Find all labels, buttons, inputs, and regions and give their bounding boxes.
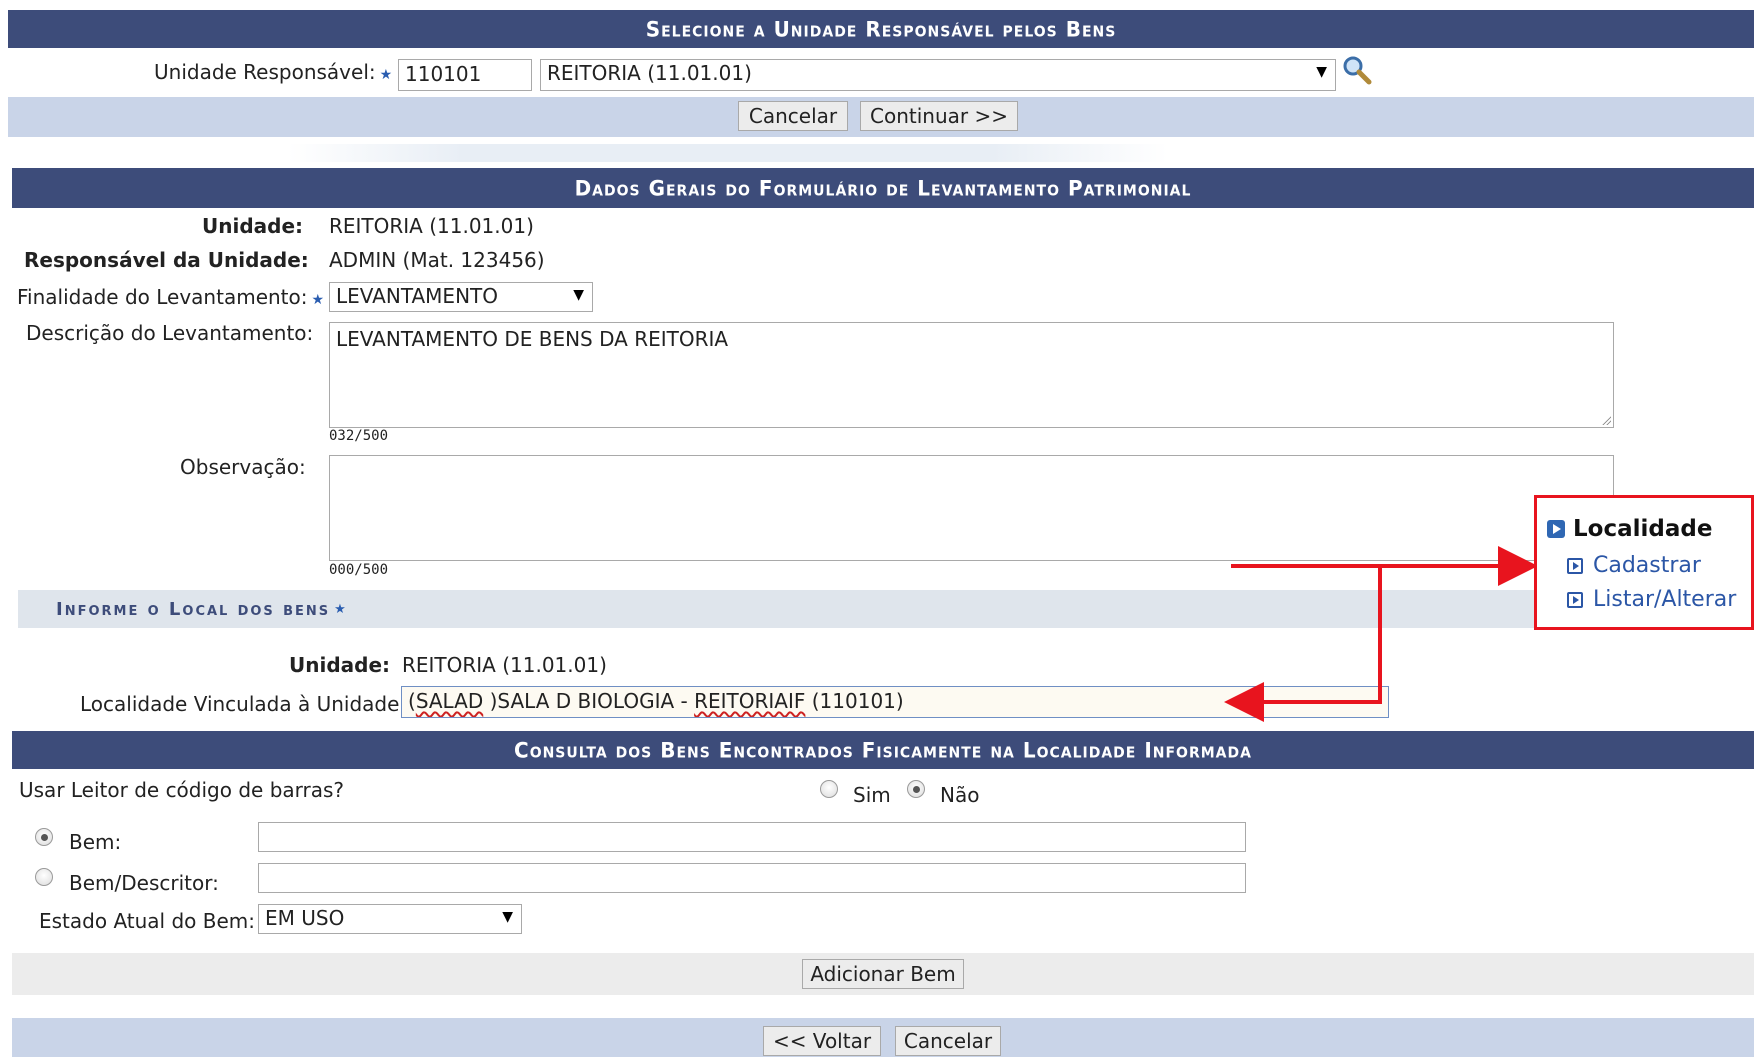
play-outline-icon xyxy=(1567,557,1583,574)
play-outline-icon xyxy=(1567,591,1583,608)
annotation-arrow xyxy=(1224,546,1538,722)
localidade-popup: Localidade Cadastrar Listar/Alterar xyxy=(1534,495,1754,630)
listar-alterar-link[interactable]: Listar/Alterar xyxy=(1567,587,1736,612)
cadastrar-link[interactable]: Cadastrar xyxy=(1567,553,1701,578)
popup-title: Localidade xyxy=(1547,516,1712,542)
play-square-icon xyxy=(1547,520,1565,538)
